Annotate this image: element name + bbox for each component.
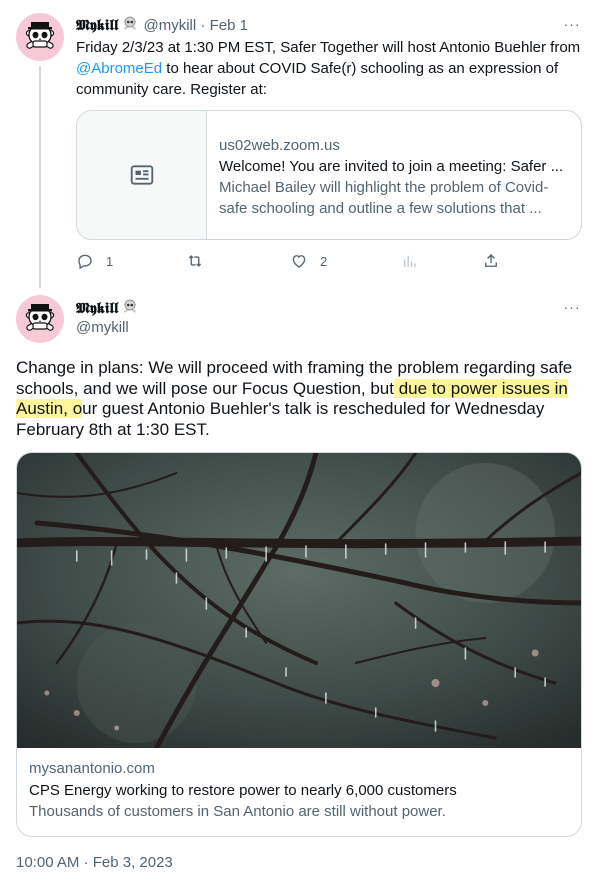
tweet-text-part: Friday 2/3/23 at 1:30 PM EST, Safer Toge… [76,39,581,56]
mention-link[interactable]: @AbromeEd [76,60,162,77]
analytics-button[interactable] [401,252,419,270]
analytics-icon [404,255,416,267]
card-title: CPS Energy working to restore power to n… [29,781,457,799]
card-body: us02web.zoom.us Welcome! You are invited… [207,111,581,239]
card-media [77,111,207,239]
card-description: Michael Bailey will highlight the proble… [219,179,549,217]
skull-crossbones-icon [124,16,137,30]
share-icon [485,254,497,267]
card-image [17,453,581,748]
tweet2-name-row: 𝕸𝖞𝖐𝖎𝖑𝖑 [76,298,139,319]
more-options-button[interactable]: ··· [560,14,584,34]
tweet-text-part: ur guest Antonio Buehler's talk is resch… [16,399,545,439]
avatar[interactable] [16,13,64,61]
card-title: Welcome! You are invited to join a meeti… [219,158,564,175]
reply-button[interactable]: 1 [76,252,113,270]
handle[interactable]: @mykill [143,17,196,34]
retweet-icon [188,255,202,267]
display-name[interactable]: 𝕸𝖞𝖐𝖎𝖑𝖑 [76,299,118,317]
tweet2-text: Change in plans: We will proceed with fr… [16,358,586,440]
avatar[interactable] [16,295,64,343]
skull-avatar-icon [25,304,55,331]
like-count: 2 [320,253,328,269]
skull-crossbones-icon [124,299,137,313]
share-button[interactable] [482,252,500,270]
skull-avatar-icon [25,22,55,49]
tweet-date[interactable]: Feb 1 [210,17,248,34]
more-options-button[interactable]: ··· [560,297,584,317]
card-body: mysanantonio.com CPS Energy working to r… [17,748,581,823]
thread-connector-line [39,66,41,288]
like-button[interactable]: 2 [290,252,327,270]
link-card[interactable]: mysanantonio.com CPS Energy working to r… [16,452,582,837]
separator: · [200,17,206,34]
card-domain: us02web.zoom.us [219,137,340,154]
tweet1-header: 𝕸𝖞𝖐𝖎𝖑𝖑 @mykill · Feb 1 [76,15,248,36]
reply-icon [78,254,92,270]
heart-icon [292,255,306,268]
tweet-timestamp[interactable]: 10:00 AM · Feb 3, 2023 [16,854,173,871]
reply-count: 1 [106,253,114,269]
card-description: Thousands of customers in San Antonio ar… [29,803,446,820]
article-icon [130,165,153,185]
retweet-button[interactable] [186,252,216,270]
display-name[interactable]: 𝕸𝖞𝖐𝖎𝖑𝖑 [76,16,118,34]
card-domain: mysanantonio.com [29,760,155,777]
handle[interactable]: @mykill [76,318,129,338]
tweet1-actions: 1 2 [76,252,506,274]
tweet1-text: Friday 2/3/23 at 1:30 PM EST, Safer Toge… [76,37,586,100]
link-card[interactable]: us02web.zoom.us Welcome! You are invited… [76,110,582,240]
